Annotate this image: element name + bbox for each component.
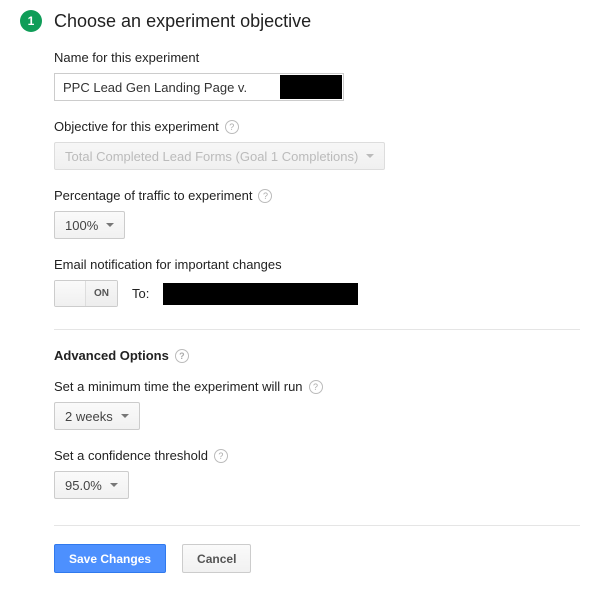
min-time-selected: 2 weeks [65,409,113,424]
min-time-label: Set a minimum time the experiment will r… [54,379,303,394]
objective-selected: Total Completed Lead Forms (Goal 1 Compl… [65,149,358,164]
cancel-button[interactable]: Cancel [182,544,251,573]
objective-label: Objective for this experiment [54,119,219,134]
save-button[interactable]: Save Changes [54,544,166,573]
chevron-down-icon [366,154,374,158]
help-icon[interactable]: ? [225,120,239,134]
chevron-down-icon [121,414,129,418]
toggle-on-side: ON [85,281,117,306]
traffic-dropdown[interactable]: 100% [54,211,125,239]
advanced-options-heading: Advanced Options [54,348,169,363]
step-number-badge: 1 [20,10,42,32]
help-icon[interactable]: ? [258,189,272,203]
chevron-down-icon [110,483,118,487]
confidence-selected: 95.0% [65,478,102,493]
traffic-selected: 100% [65,218,98,233]
redacted-email [163,283,358,305]
email-label: Email notification for important changes [54,257,580,272]
toggle-off-side [55,281,85,306]
name-label: Name for this experiment [54,50,580,65]
redacted-text [280,75,342,99]
min-time-dropdown[interactable]: 2 weeks [54,402,140,430]
chevron-down-icon [106,223,114,227]
email-toggle[interactable]: ON [54,280,118,307]
help-icon[interactable]: ? [214,449,228,463]
step-header: 1 Choose an experiment objective [20,10,580,32]
confidence-dropdown[interactable]: 95.0% [54,471,129,499]
divider [54,525,580,526]
confidence-label: Set a confidence threshold [54,448,208,463]
page-title: Choose an experiment objective [54,11,311,32]
divider [54,329,580,330]
objective-dropdown[interactable]: Total Completed Lead Forms (Goal 1 Compl… [54,142,385,170]
email-to-label: To: [132,286,149,301]
help-icon[interactable]: ? [309,380,323,394]
traffic-label: Percentage of traffic to experiment [54,188,252,203]
help-icon[interactable]: ? [175,349,189,363]
